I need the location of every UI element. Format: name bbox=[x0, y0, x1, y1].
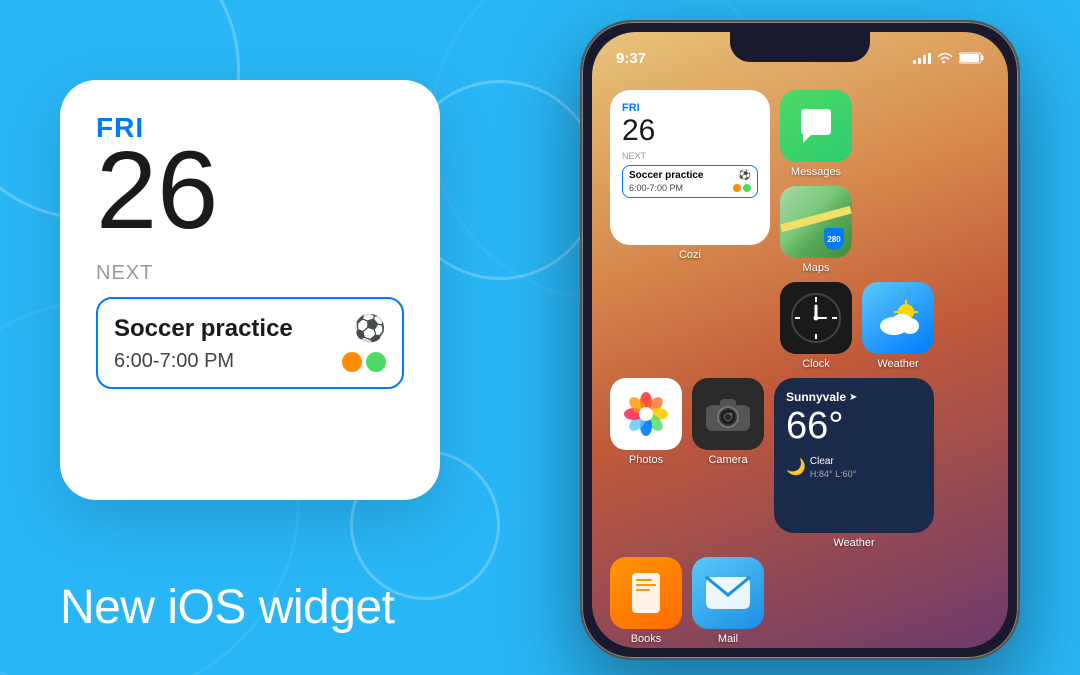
photos-icon[interactable] bbox=[610, 378, 682, 450]
dot-orange bbox=[342, 352, 362, 372]
weather-svg bbox=[874, 298, 922, 338]
clock-icon[interactable] bbox=[780, 282, 852, 354]
books-col: Books bbox=[610, 557, 682, 645]
weather-city-row: Sunnyvale ➤ bbox=[786, 390, 922, 404]
cozi-dot-orange bbox=[733, 184, 741, 192]
maps-content: 280 bbox=[780, 186, 852, 258]
maps-shield: 280 bbox=[824, 228, 844, 250]
widget-event-box: Soccer practice ⚽ 6:00-7:00 PM bbox=[96, 297, 404, 389]
weather-widget[interactable]: Sunnyvale ➤ 66° 🌙 Clear H:84° bbox=[774, 378, 934, 533]
photos-svg bbox=[618, 386, 674, 442]
mail-label: Mail bbox=[718, 633, 738, 645]
row3: Photos bbox=[610, 378, 990, 549]
cozi-next: NEXT bbox=[622, 151, 758, 161]
mail-svg bbox=[704, 575, 752, 611]
phone-screen: 9:37 bbox=[592, 32, 1008, 648]
clock-col: Clock bbox=[780, 282, 852, 370]
books-icon[interactable] bbox=[610, 557, 682, 629]
battery-icon bbox=[959, 52, 984, 64]
phone-body: 9:37 bbox=[580, 20, 1020, 660]
main-widget-card: FRI 26 NEXT Soccer practice ⚽ 6:00-7:00 … bbox=[60, 80, 440, 500]
dot-green bbox=[366, 352, 386, 372]
signal-bar-3 bbox=[923, 55, 926, 64]
weather-city: Sunnyvale bbox=[786, 390, 846, 404]
messages-col: Messages bbox=[780, 90, 852, 178]
wifi-icon bbox=[937, 52, 953, 64]
cozi-date: 26 bbox=[622, 114, 758, 147]
mail-col: Mail bbox=[692, 557, 764, 645]
cozi-event-title: Soccer practice ⚽ bbox=[629, 170, 751, 181]
dots-sm bbox=[733, 184, 751, 192]
cozi-app-label: Cozi bbox=[679, 249, 701, 261]
signal-bars bbox=[913, 53, 931, 64]
home-screen: FRI 26 NEXT Soccer practice ⚽ 6:00-7:00 … bbox=[602, 82, 998, 618]
weather-app-icon[interactable] bbox=[862, 282, 934, 354]
photos-col: Photos bbox=[610, 378, 682, 466]
messages-maps-col: Messages 280 Maps bbox=[780, 90, 852, 274]
signal-bar-1 bbox=[913, 60, 916, 64]
cozi-event-box: Soccer practice ⚽ 6:00-7:00 PM bbox=[622, 165, 758, 198]
cozi-dot-green bbox=[743, 184, 751, 192]
weather-app-label: Weather bbox=[877, 358, 918, 370]
widget-event-time-row: 6:00-7:00 PM bbox=[114, 350, 386, 373]
mail-icon[interactable] bbox=[692, 557, 764, 629]
signal-bar-4 bbox=[928, 53, 931, 64]
widget-next-label: NEXT bbox=[96, 262, 404, 285]
bottom-tagline: New iOS widget bbox=[60, 580, 394, 635]
camera-svg bbox=[704, 395, 752, 433]
row4: Books Mail bbox=[610, 557, 990, 645]
photos-label: Photos bbox=[629, 454, 663, 466]
camera-col: Camera bbox=[692, 378, 764, 466]
moon-icon: 🌙 bbox=[786, 457, 806, 477]
messages-label: Messages bbox=[791, 166, 841, 178]
clock-svg bbox=[788, 290, 844, 346]
widget-event-emoji: ⚽ bbox=[354, 313, 386, 344]
books-label: Books bbox=[631, 633, 662, 645]
maps-icon[interactable]: 280 bbox=[780, 186, 852, 258]
weather-details: H:84° L:60° bbox=[810, 469, 856, 479]
cozi-widget-area: FRI 26 NEXT Soccer practice ⚽ 6:00-7:00 … bbox=[610, 90, 770, 261]
clock-label: Clock bbox=[802, 358, 830, 370]
weather-widget-col: Sunnyvale ➤ 66° 🌙 Clear H:84° bbox=[774, 378, 934, 549]
weather-condition: Clear bbox=[810, 456, 856, 467]
weather-app-col: Weather bbox=[862, 282, 934, 370]
row2: Clock bbox=[780, 282, 990, 370]
maps-col: 280 Maps bbox=[780, 186, 852, 274]
status-icons bbox=[913, 52, 984, 64]
maps-label: Maps bbox=[803, 262, 830, 274]
phone-mockup: 9:37 bbox=[580, 20, 1020, 660]
phone-notch bbox=[730, 32, 870, 62]
widget-event-title: Soccer practice bbox=[114, 315, 293, 343]
status-time: 9:37 bbox=[616, 50, 646, 67]
weather-icon-row: 🌙 Clear H:84° L:60° bbox=[786, 456, 922, 479]
books-svg bbox=[626, 571, 666, 615]
weather-temp: 66° bbox=[786, 406, 922, 448]
row1: FRI 26 NEXT Soccer practice ⚽ 6:00-7:00 … bbox=[610, 90, 990, 274]
camera-icon[interactable] bbox=[692, 378, 764, 450]
widget-event-time: 6:00-7:00 PM bbox=[114, 350, 234, 373]
location-arrow-icon: ➤ bbox=[849, 392, 857, 403]
camera-label: Camera bbox=[708, 454, 747, 466]
signal-bar-2 bbox=[918, 58, 921, 64]
cozi-day: FRI bbox=[622, 102, 758, 114]
widget-event-title-row: Soccer practice ⚽ bbox=[114, 313, 386, 344]
messages-svg bbox=[795, 105, 837, 147]
cozi-event-time: 6:00-7:00 PM bbox=[629, 183, 751, 193]
messages-icon[interactable] bbox=[780, 90, 852, 162]
weather-text-col: Clear H:84° L:60° bbox=[810, 456, 856, 479]
widget-color-dots bbox=[342, 352, 386, 372]
weather-widget-label: Weather bbox=[774, 537, 934, 549]
widget-date: 26 bbox=[96, 136, 404, 246]
cozi-widget[interactable]: FRI 26 NEXT Soccer practice ⚽ 6:00-7:00 … bbox=[610, 90, 770, 245]
